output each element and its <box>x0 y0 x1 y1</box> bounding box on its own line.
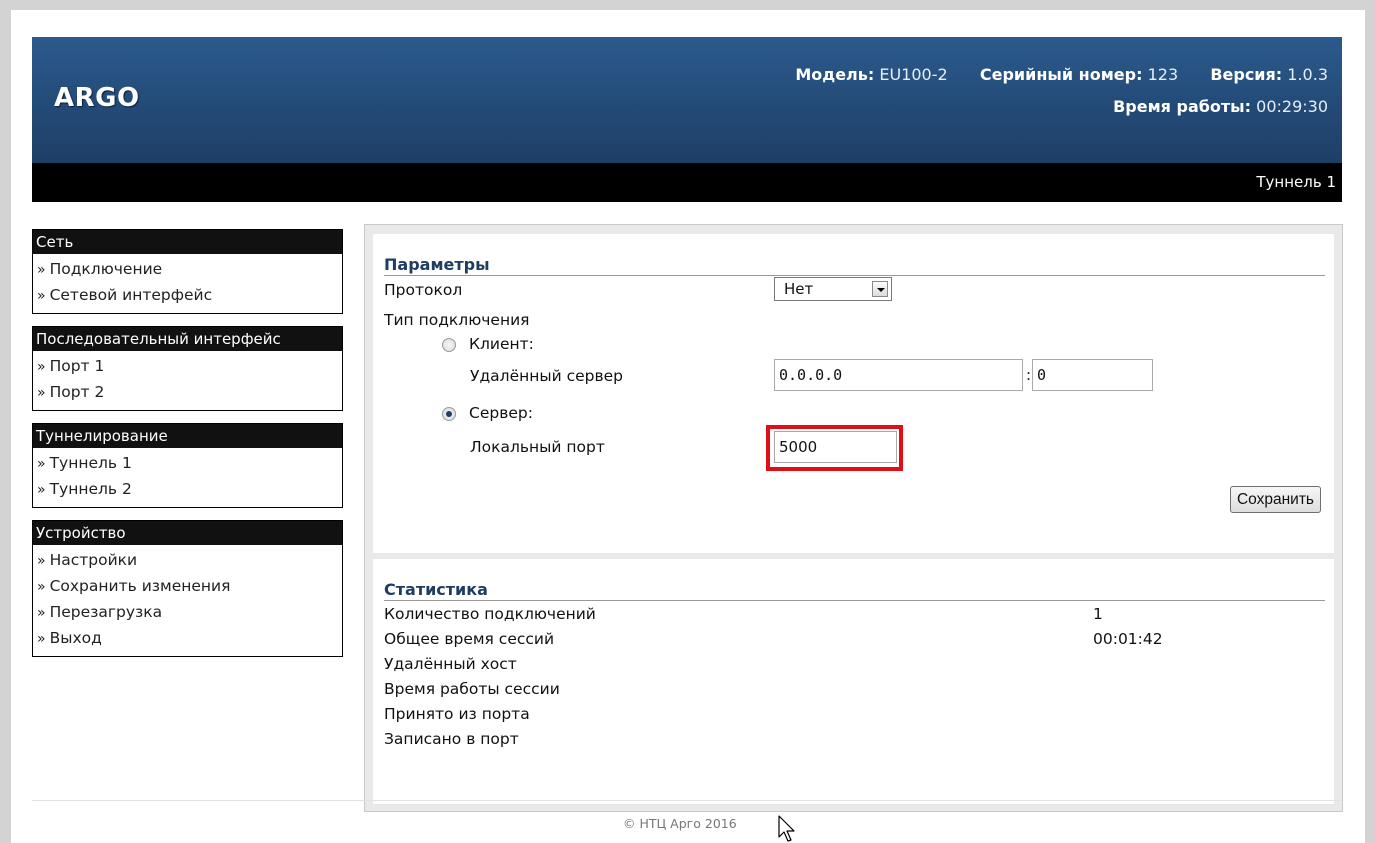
sidebar-item-logout[interactable]: » Выход <box>37 626 338 652</box>
chevron-down-icon[interactable] <box>872 281 888 297</box>
client-label: Клиент: <box>469 335 534 353</box>
raquo-icon: » <box>37 288 46 304</box>
raquo-icon: » <box>37 605 46 621</box>
uptime-label: Время работы: <box>1113 97 1252 116</box>
remote-server-ip-input[interactable]: 0.0.0.0 <box>774 359 1023 391</box>
stat-label: Общее время сессий <box>384 630 555 648</box>
serial-label: Серийный номер: <box>979 65 1143 84</box>
main-content: Параметры Протокол Нет Тип подключения К… <box>364 224 1343 812</box>
server-radio[interactable] <box>442 407 456 421</box>
raquo-icon: » <box>37 385 46 401</box>
sidebar-item-network-interface[interactable]: » Сетевой интерфейс <box>37 283 338 309</box>
stat-label: Время работы сессии <box>384 680 560 698</box>
header: ARGO Модель: EU100-2 Серийный номер: 123… <box>32 37 1342 163</box>
stats-panel: Статистика Количество подключений 1 Обще… <box>373 559 1334 804</box>
uptime-value: 00:29:30 <box>1256 97 1328 116</box>
raquo-icon: » <box>37 482 46 498</box>
client-radio[interactable] <box>442 338 456 352</box>
params-panel: Параметры Протокол Нет Тип подключения К… <box>373 234 1334 553</box>
raquo-icon: » <box>37 359 46 375</box>
local-port-label: Локальный порт <box>470 438 605 456</box>
protocol-selected-value: Нет <box>784 280 814 298</box>
stat-label: Принято из порта <box>384 705 530 723</box>
version-value: 1.0.3 <box>1287 65 1328 84</box>
server-label: Сервер: <box>469 404 533 422</box>
footer-divider <box>32 800 1342 801</box>
sidebar: Сеть » Подключение » Сетевой интерфейс Пос… <box>32 229 343 669</box>
device-info-line: Модель: EU100-2 Серийный номер: 123 Верс… <box>795 65 1328 84</box>
uptime-line: Время работы: 00:29:30 <box>1113 97 1328 116</box>
sidebar-item-connection[interactable]: » Подключение <box>37 257 338 283</box>
footer-copyright: © НТЦ Арго 2016 <box>623 816 737 831</box>
title-bar: Туннель 1 <box>32 163 1342 202</box>
highlight-box <box>766 425 903 471</box>
remote-server-label: Удалённый сервер <box>470 367 624 385</box>
nav-group-serial: Последовательный интерфейс » Порт 1 » Порт… <box>32 326 343 411</box>
brand-logo: ARGO <box>54 83 140 113</box>
protocol-label: Протокол <box>384 281 463 299</box>
page: ARGO Модель: EU100-2 Серийный номер: 123… <box>11 10 1365 843</box>
sidebar-item-port-2[interactable]: » Порт 2 <box>37 380 338 406</box>
sidebar-item-reboot[interactable]: » Перезагрузка <box>37 600 338 626</box>
stat-value: 00:01:42 <box>1093 630 1163 648</box>
nav-group-title: Туннелирование <box>33 424 342 448</box>
raquo-icon: » <box>37 631 46 647</box>
current-page-title: Туннель 1 <box>1256 173 1336 191</box>
raquo-icon: » <box>37 579 46 595</box>
model-value: EU100-2 <box>879 65 948 84</box>
port-separator: : <box>1026 366 1032 384</box>
raquo-icon: » <box>37 456 46 472</box>
stat-label: Удалённый хост <box>384 655 517 673</box>
stat-value: 1 <box>1093 605 1103 623</box>
sidebar-item-settings[interactable]: » Настройки <box>37 548 338 574</box>
nav-group-device: Устройство » Настройки » Сохранить изменен… <box>32 520 343 657</box>
nav-group-title: Сеть <box>33 230 342 254</box>
sidebar-item-tunnel-2[interactable]: » Туннель 2 <box>37 477 338 503</box>
sidebar-item-save-changes[interactable]: » Сохранить изменения <box>37 574 338 600</box>
remote-server-port-input[interactable]: 0 <box>1032 359 1153 391</box>
nav-group-title: Последовательный интерфейс <box>33 327 342 351</box>
serial-value: 123 <box>1147 65 1179 84</box>
mouse-cursor-icon <box>778 815 795 842</box>
connection-type-label: Тип подключения <box>384 311 530 329</box>
raquo-icon: » <box>37 553 46 569</box>
stats-title: Статистика <box>384 580 1325 601</box>
version-label: Версия: <box>1210 65 1283 84</box>
nav-group-network: Сеть » Подключение » Сетевой интерфейс <box>32 229 343 314</box>
sidebar-item-tunnel-1[interactable]: » Туннель 1 <box>37 451 338 477</box>
nav-group-title: Устройство <box>33 521 342 545</box>
params-title: Параметры <box>384 255 1325 276</box>
stat-label: Записано в порт <box>384 730 519 748</box>
sidebar-item-port-1[interactable]: » Порт 1 <box>37 354 338 380</box>
protocol-select[interactable]: Нет <box>774 277 892 301</box>
stat-label: Количество подключений <box>384 605 596 623</box>
raquo-icon: » <box>37 262 46 278</box>
model-label: Модель: <box>795 65 875 84</box>
nav-group-tunneling: Туннелирование » Туннель 1 » Туннель 2 <box>32 423 343 508</box>
save-button[interactable]: Сохранить <box>1229 486 1321 513</box>
